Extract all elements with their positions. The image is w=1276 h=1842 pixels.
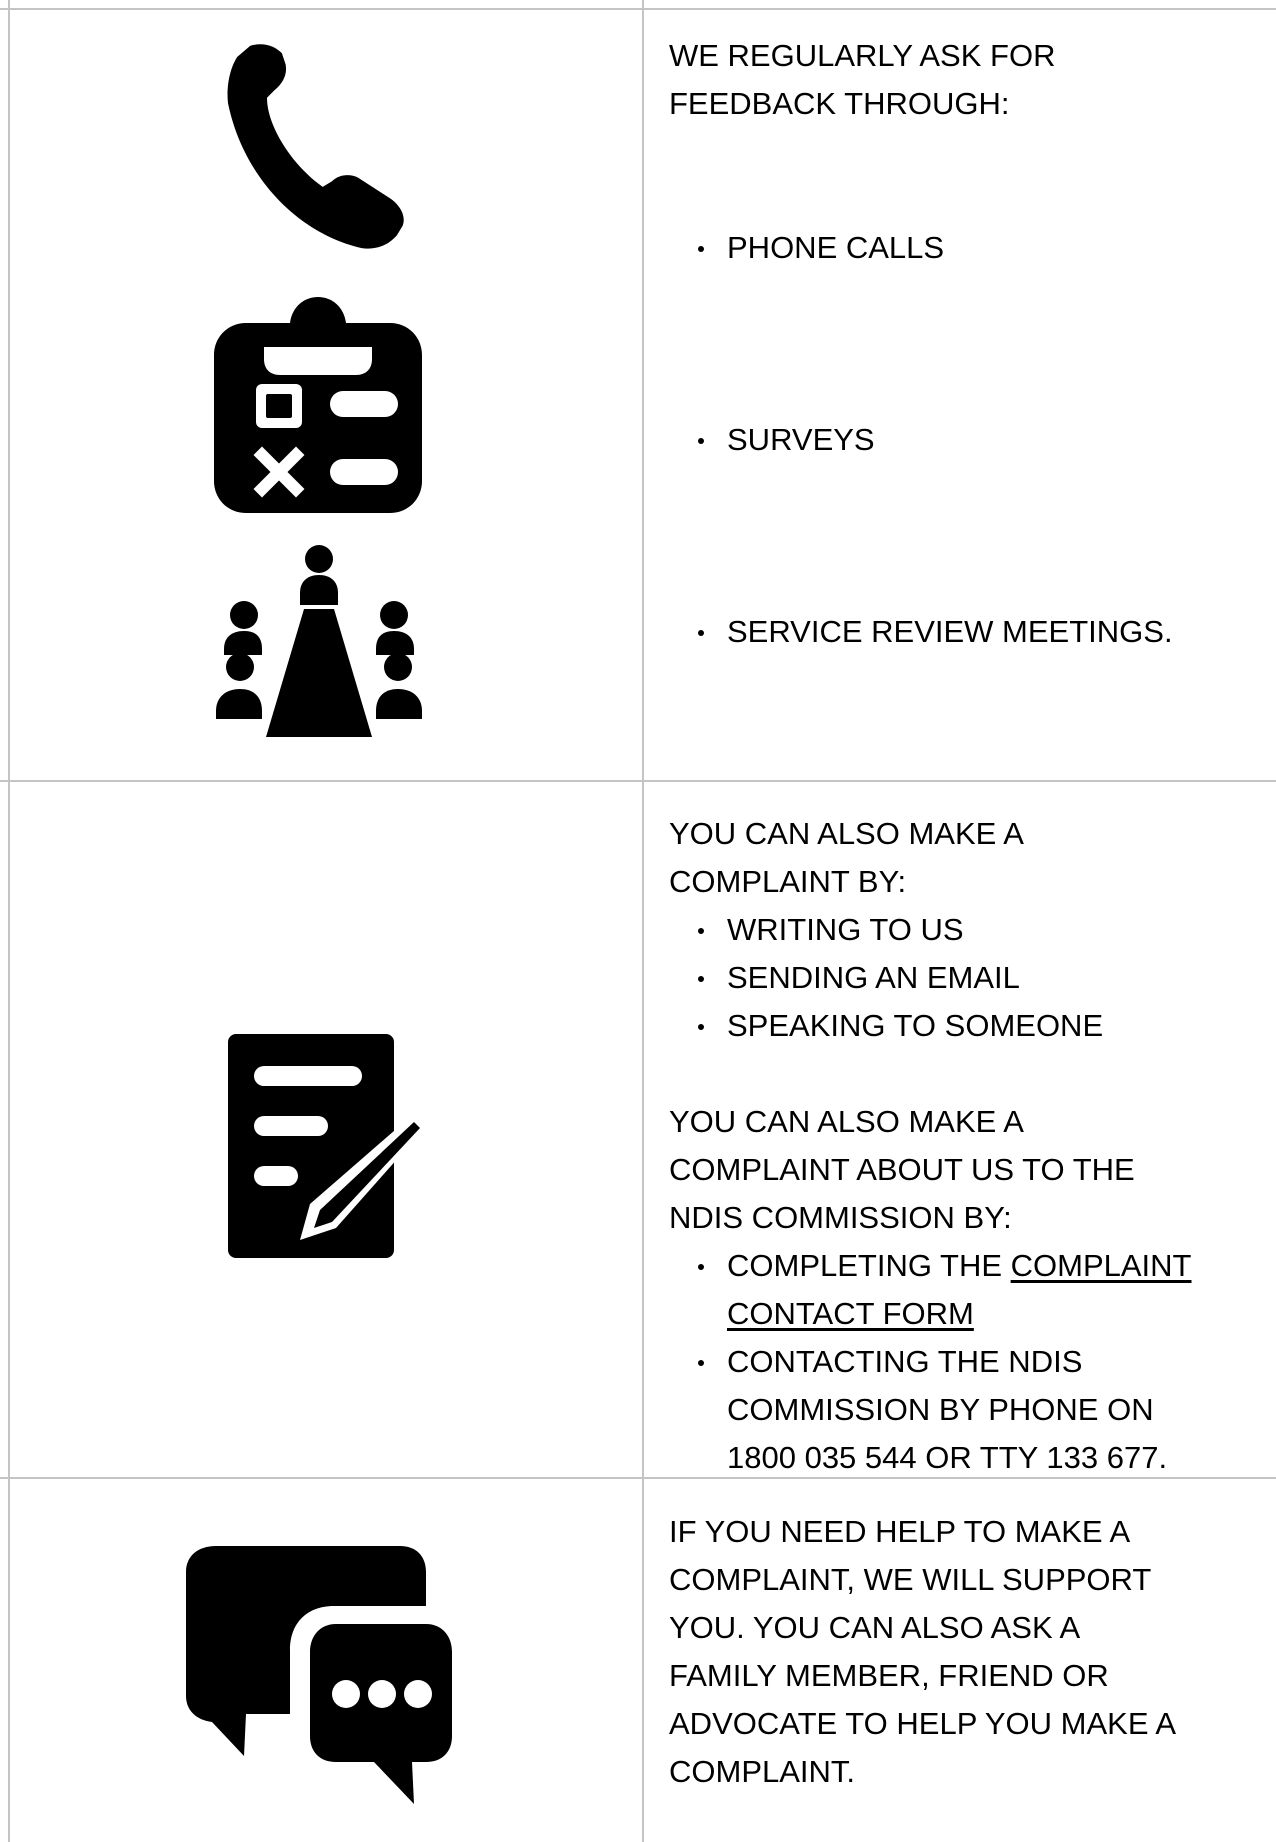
ndis-intro-line3: NDIS COMMISSION BY: [669, 1200, 1012, 1235]
phone-icon [226, 42, 412, 250]
list-item: PHONE CALLS [698, 224, 1276, 272]
complaint-form-link[interactable]: COMPLAINT [1011, 1248, 1192, 1283]
feedback-list-2: SURVEYS [669, 416, 1276, 464]
list-item: SERVICE REVIEW MEETINGS. [698, 608, 1276, 656]
phone-line2: COMMISSION BY PHONE ON [727, 1392, 1154, 1427]
list-item: SPEAKING TO SOMEONE [698, 1002, 1269, 1050]
table-border-top [0, 8, 1276, 10]
document-edit-icon [228, 1034, 430, 1258]
complaint-form-link-continued[interactable]: CONTACT FORM [727, 1296, 974, 1331]
phone-line3: 1800 035 544 OR TTY 133 677. [727, 1440, 1168, 1475]
support-text: IF YOU NEED HELP TO MAKE A COMPLAINT, WE… [669, 1508, 1269, 1796]
support-line1: IF YOU NEED HELP TO MAKE A [669, 1514, 1131, 1549]
list-item: SURVEYS [698, 416, 1276, 464]
ndis-methods-list: COMPLETING THE COMPLAINT CONTACT FORM CO… [669, 1242, 1269, 1482]
complaint-methods-text: YOU CAN ALSO MAKE A COMPLAINT BY: WRITIN… [669, 810, 1269, 1482]
list-item-phone: CONTACTING THE NDIS COMMISSION BY PHONE … [698, 1338, 1269, 1482]
feedback-list-3: SERVICE REVIEW MEETINGS. [669, 608, 1276, 656]
ndis-intro-line2: COMPLAINT ABOUT US TO THE [669, 1152, 1135, 1187]
complaint-intro-line1: YOU CAN ALSO MAKE A [669, 816, 1024, 851]
feedback-list-1: PHONE CALLS [669, 224, 1276, 272]
column-divider [642, 0, 644, 1842]
support-line6: COMPLAINT. [669, 1754, 856, 1789]
list-item: SENDING AN EMAIL [698, 954, 1269, 1002]
list-item-complaint-form: COMPLETING THE COMPLAINT CONTACT FORM [698, 1242, 1269, 1338]
support-line4: FAMILY MEMBER, FRIEND OR [669, 1658, 1109, 1693]
support-line5: ADVOCATE TO HELP YOU MAKE A [669, 1706, 1177, 1741]
complaint-methods-list: WRITING TO US SENDING AN EMAIL SPEAKING … [669, 906, 1269, 1050]
survey-clipboard-icon [212, 293, 424, 513]
support-line3: YOU. YOU CAN ALSO ASK A [669, 1610, 1081, 1645]
ndis-intro-line1: YOU CAN ALSO MAKE A [669, 1104, 1024, 1139]
row-divider-1 [0, 780, 1276, 782]
feedback-heading-line1: WE REGULARLY ASK FOR [669, 38, 1056, 73]
support-line2: COMPLAINT, WE WILL SUPPORT [669, 1562, 1152, 1597]
chat-bubbles-icon [186, 1546, 452, 1806]
complaint-intro-line2: COMPLAINT BY: [669, 864, 907, 899]
meeting-icon [212, 545, 426, 737]
table-border-left [8, 0, 10, 1842]
phone-line1: CONTACTING THE NDIS [727, 1344, 1083, 1379]
feedback-text: WE REGULARLY ASK FOR FEEDBACK THROUGH: [669, 32, 1269, 128]
list-item: WRITING TO US [698, 906, 1269, 954]
form-prefix: COMPLETING THE [727, 1248, 1011, 1283]
feedback-heading-line2: FEEDBACK THROUGH: [669, 86, 1010, 121]
